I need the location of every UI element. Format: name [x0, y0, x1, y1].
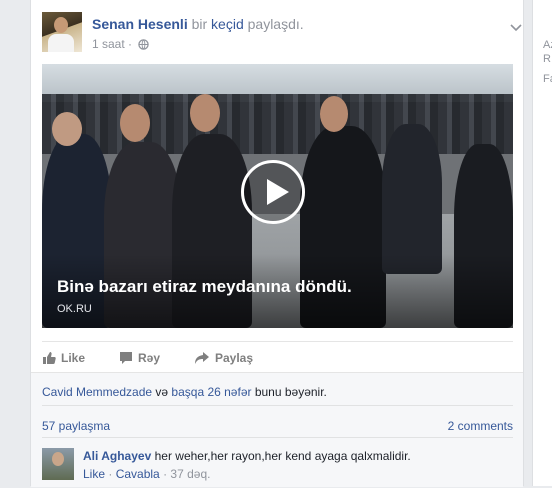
comment-text: her weher,her rayon,her kend ayaga qalxm… — [154, 449, 411, 463]
rail-text-1: Az — [543, 39, 552, 51]
author-avatar[interactable] — [42, 12, 82, 52]
post-meta: 1 saat · — [92, 36, 150, 52]
comment-label: Rəy — [138, 351, 161, 365]
play-icon[interactable] — [241, 160, 305, 224]
comment-icon — [120, 352, 132, 364]
commenter-name[interactable]: Ali Aghayev — [83, 449, 151, 463]
likes-summary: Cavid Memmedzade və başqa 26 nəfər bunu … — [42, 384, 327, 400]
likes-others-link[interactable]: başqa 26 nəfər — [171, 385, 251, 399]
chevron-down-icon[interactable] — [510, 24, 522, 32]
rail-text-3: Fa — [543, 73, 552, 85]
feedback-area: Cavid Memmedzade və başqa 26 nəfər bunu … — [31, 372, 523, 487]
right-rail: Az R Fa — [532, 0, 552, 486]
likes-and: və — [155, 385, 169, 399]
share-button[interactable]: Paylaş — [194, 350, 253, 366]
video-source: OK.RU — [57, 303, 92, 315]
comment-reply-link[interactable]: Cavabla — [116, 467, 160, 481]
post-card: Senan Hesenli bir keçid paylaşdı. 1 saat… — [30, 0, 524, 487]
comment-like-link[interactable]: Like — [83, 467, 105, 481]
comment-body: Ali Aghayev her weher,her rayon,her kend… — [83, 448, 411, 464]
like-label: Like — [61, 351, 86, 365]
post-header: Senan Hesenli bir keçid paylaşdı. 1 saat… — [42, 12, 522, 54]
author-name[interactable]: Senan Hesenli — [92, 16, 188, 32]
shares-count[interactable]: 57 paylaşma — [42, 418, 110, 434]
action-bar: Like Rəy Paylaş — [42, 341, 513, 372]
comments-count[interactable]: 2 comments — [448, 418, 513, 434]
comment-meta-sep: · — [163, 467, 168, 481]
thumbs-up-icon — [43, 352, 56, 364]
comment-time[interactable]: 37 dəq. — [170, 467, 210, 481]
video-thumbnail[interactable]: Binə bazarı etiraz meydanına döndü. OK.R… — [42, 64, 513, 328]
liker-name[interactable]: Cavid Memmedzade — [42, 385, 152, 399]
video-title[interactable]: Binə bazarı etiraz meydanına döndü. — [57, 276, 352, 298]
share-arrow-icon — [195, 352, 209, 364]
likes-suffix: bunu bəyənir. — [254, 385, 327, 399]
like-button[interactable]: Like — [42, 350, 85, 366]
comment: Ali Aghayev her weher,her rayon,her kend… — [42, 437, 513, 488]
post-time[interactable]: 1 saat — [92, 37, 125, 51]
rail-text-2: R — [543, 53, 551, 65]
action-text-1: bir — [191, 16, 208, 32]
comment-meta-sep: · — [108, 467, 113, 481]
author-line: Senan Hesenli bir keçid paylaşdı. — [92, 15, 304, 33]
comment-meta: Like · Cavabla · 37 dəq. — [83, 466, 210, 482]
stats-row: 57 paylaşma 2 comments — [42, 405, 513, 438]
comment-button[interactable]: Rəy — [119, 350, 160, 366]
globe-icon[interactable] — [138, 39, 150, 50]
share-label: Paylaş — [215, 351, 254, 365]
action-text-2: paylaşdı. — [247, 16, 304, 32]
action-link[interactable]: keçid — [211, 16, 244, 32]
commenter-avatar[interactable] — [42, 448, 74, 480]
